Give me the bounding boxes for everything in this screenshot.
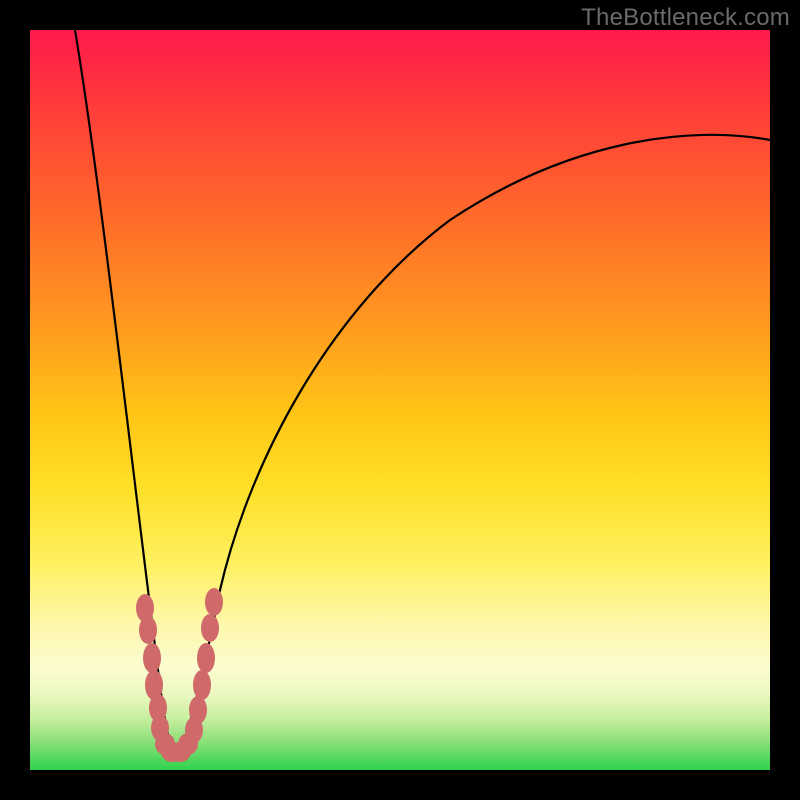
bead xyxy=(139,616,157,644)
bead-cluster xyxy=(136,588,223,762)
watermark-text: TheBottleneck.com xyxy=(581,4,790,32)
curve-layer xyxy=(30,30,770,770)
curve-left-branch xyxy=(75,30,176,760)
bead xyxy=(201,614,219,642)
bead xyxy=(197,643,215,673)
bead xyxy=(143,643,161,673)
curve-right-branch xyxy=(176,135,770,760)
outer-frame: TheBottleneck.com xyxy=(0,0,800,800)
bead xyxy=(193,670,211,700)
bead xyxy=(189,696,207,724)
bead xyxy=(205,588,223,616)
plot-area xyxy=(30,30,770,770)
